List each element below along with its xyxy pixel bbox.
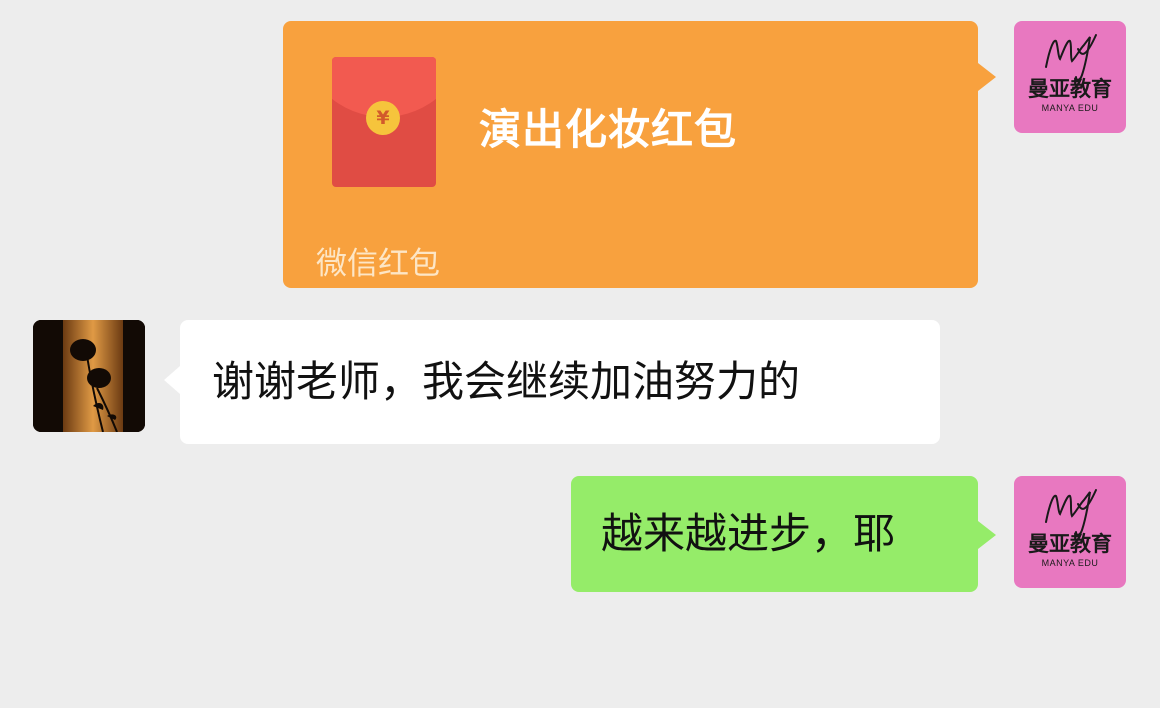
red-envelope-icon: ¥ <box>332 57 436 187</box>
teacher-avatar[interactable]: 曼亚教育 MANYA EDU <box>1014 21 1126 133</box>
coin-icon: ¥ <box>366 101 400 135</box>
brand-name: 曼亚教育 <box>1028 77 1112 101</box>
brand-name: 曼亚教育 <box>1028 532 1112 556</box>
outgoing-message-bubble[interactable]: 越来越进步，耶 <box>571 476 996 592</box>
student-avatar[interactable] <box>33 320 145 432</box>
red-packet-message[interactable]: ¥ 演出化妆红包 微信红包 <box>283 21 996 288</box>
brand-subtitle: MANYA EDU <box>1041 558 1099 568</box>
incoming-message-bubble[interactable]: 谢谢老师，我会继续加油努力的 <box>164 320 940 444</box>
teacher-avatar[interactable]: 曼亚教育 MANYA EDU <box>1014 476 1126 588</box>
brand-subtitle: MANYA EDU <box>1041 103 1099 113</box>
rose-silhouette-icon <box>33 320 145 432</box>
red-packet-footer: 微信红包 <box>316 246 440 282</box>
red-packet-title: 演出化妆红包 <box>479 105 738 154</box>
